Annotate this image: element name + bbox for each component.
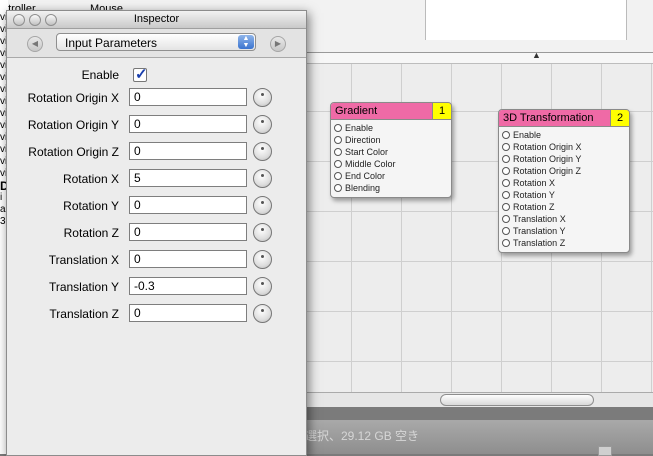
translation-x-field[interactable] [129,250,247,268]
input-port-icon[interactable] [334,160,342,168]
patch-3d-port[interactable]: Rotation Origin Z [499,165,629,177]
patch-3d-port[interactable]: Translation Z [499,237,629,249]
rotation-z-field[interactable] [129,223,247,241]
patch-3d-port[interactable]: Rotation Z [499,201,629,213]
patch-3d-transformation-number: 2 [610,110,629,126]
chevron-left-icon[interactable]: ◀ [27,36,43,52]
rotary-knob-icon[interactable] [253,115,272,134]
inspector-mode-popup[interactable]: Input Parameters ▲ ▼ [56,33,256,51]
horizontal-scrollbar-thumb[interactable] [440,394,594,406]
input-port-icon[interactable] [502,215,510,223]
rotary-knob-icon[interactable] [253,277,272,296]
rotary-knob-icon[interactable] [253,88,272,107]
patch-gradient-port[interactable]: Start Color [331,146,451,158]
input-port-icon[interactable] [502,191,510,199]
resize-handle[interactable] [598,446,612,456]
input-port-icon[interactable] [502,143,510,151]
input-port-icon[interactable] [502,155,510,163]
enable-checkbox[interactable]: ✓ [133,66,148,83]
param-label-translation-y: Translation Y [48,280,119,294]
input-port-icon[interactable] [502,131,510,139]
background-panel [425,0,627,40]
rotary-knob-icon[interactable] [253,250,272,269]
input-port-icon[interactable] [502,227,510,235]
rotary-knob-icon[interactable] [253,223,272,242]
param-label-translation-z: Translation Z [49,307,119,321]
patch-3d-port[interactable]: Translation X [499,213,629,225]
rotary-knob-icon[interactable] [253,169,272,188]
patch-3d-port[interactable]: Translation Y [499,225,629,237]
patch-gradient-number: 1 [432,103,451,119]
translation-z-field[interactable] [129,304,247,322]
inspector-title: Inspector [133,13,180,25]
patch-3d-port[interactable]: Enable [499,129,629,141]
patch-gradient-title[interactable]: Gradient 1 [331,103,451,120]
patch-gradient-port[interactable]: End Color [331,170,451,182]
input-port-icon[interactable] [334,148,342,156]
enable-label: Enable [81,68,119,82]
inspector-toolbar: ◀ Input Parameters ▲ ▼ ▶ [7,29,306,58]
editor-header: ▲ [305,50,653,64]
param-label-rotation-y: Rotation Y [63,199,119,213]
patch-3d-transformation[interactable]: 3D Transformation 2 Enable Rotation Orig… [498,109,630,253]
zoom-button[interactable] [45,14,57,26]
input-port-icon[interactable] [334,172,342,180]
translation-y-field[interactable] [129,277,247,295]
patch-gradient-port[interactable]: Enable [331,122,451,134]
status-text: 選択、29.12 GB 空き [305,429,420,443]
patch-3d-port[interactable]: Rotation Origin X [499,141,629,153]
param-label-rotation-origin-x: Rotation Origin X [27,91,119,105]
param-label-rotation-z: Rotation Z [63,226,119,240]
param-label-rotation-x: Rotation X [62,172,119,186]
inspector-titlebar[interactable]: Inspector [7,11,306,29]
patch-3d-transformation-title[interactable]: 3D Transformation 2 [499,110,629,127]
input-port-icon[interactable] [334,184,342,192]
collapse-caret-icon[interactable]: ▲ [532,50,541,60]
checkmark-icon: ✓ [135,66,148,83]
minimize-button[interactable] [29,14,41,26]
rotation-y-field[interactable] [129,196,247,214]
rotary-knob-icon[interactable] [253,142,272,161]
up-down-arrows-icon: ▲ ▼ [238,35,254,49]
input-port-icon[interactable] [502,239,510,247]
rotation-origin-z-field[interactable] [129,142,247,160]
param-label-translation-x: Translation X [48,253,119,267]
patch-gradient-port[interactable]: Direction [331,134,451,146]
input-port-icon[interactable] [502,203,510,211]
patch-3d-port[interactable]: Rotation Origin Y [499,153,629,165]
input-port-icon[interactable] [502,179,510,187]
patch-gradient[interactable]: Gradient 1 Enable Direction Start Color … [330,102,452,198]
inspector-mode-label: Input Parameters [65,36,158,50]
close-button[interactable] [13,14,25,26]
patch-3d-port[interactable]: Rotation Y [499,189,629,201]
input-port-icon[interactable] [502,167,510,175]
inspector-window: Inspector ◀ Input Parameters ▲ ▼ ▶ Enable… [6,10,307,456]
rotary-knob-icon[interactable] [253,304,272,323]
patch-gradient-port[interactable]: Blending [331,182,451,194]
input-port-icon[interactable] [334,136,342,144]
input-port-icon[interactable] [334,124,342,132]
rotation-x-field[interactable] [129,169,247,187]
param-label-rotation-origin-z: Rotation Origin Z [28,145,119,159]
patch-gradient-port[interactable]: Middle Color [331,158,451,170]
param-label-rotation-origin-y: Rotation Origin Y [27,118,119,132]
rotation-origin-x-field[interactable] [129,88,247,106]
horizontal-scrollbar[interactable] [305,392,653,407]
rotation-origin-y-field[interactable] [129,115,247,133]
chevron-right-icon[interactable]: ▶ [270,36,286,52]
rotary-knob-icon[interactable] [253,196,272,215]
patch-3d-transformation-name: 3D Transformation [503,112,594,124]
patch-3d-port[interactable]: Rotation X [499,177,629,189]
patch-gradient-name: Gradient [335,105,378,117]
